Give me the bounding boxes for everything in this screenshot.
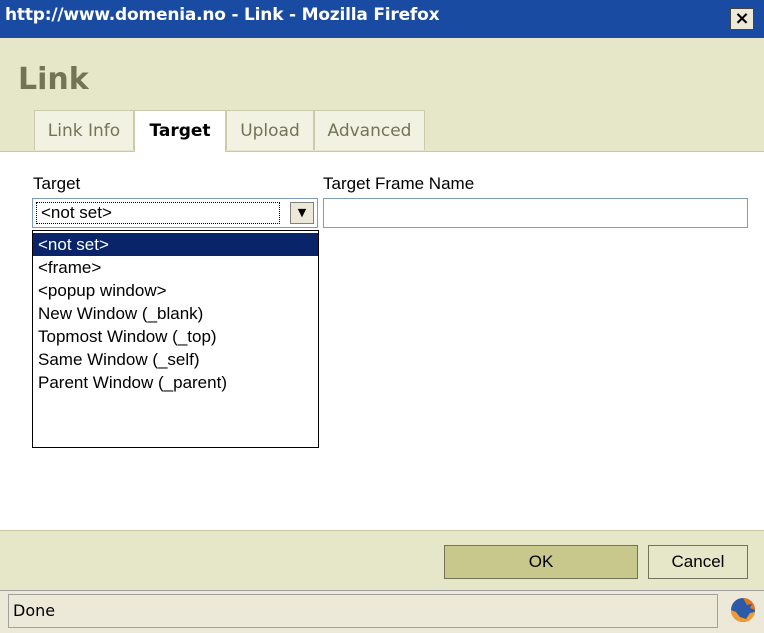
dialog-heading: Link [18,62,89,97]
firefox-icon [731,598,755,623]
target-option[interactable]: New Window (_blank) [33,302,318,325]
target-select[interactable]: <not set> ▼ [32,198,318,228]
target-option[interactable]: Topmost Window (_top) [33,325,318,348]
target-panel: Target Target Frame Name <not set> ▼ <no… [0,152,764,492]
target-frame-name-label: Target Frame Name [323,174,475,193]
dialog-header: Link Link Info Target Upload Advanced [0,38,764,152]
target-option[interactable]: Parent Window (_parent) [33,371,318,394]
target-frame-name-input[interactable] [323,198,748,228]
tab-link-info[interactable]: Link Info [34,110,134,150]
tab-upload[interactable]: Upload [226,110,314,150]
close-icon[interactable]: × [730,8,754,30]
tab-advanced[interactable]: Advanced [314,110,425,150]
target-option[interactable]: <popup window> [33,279,318,302]
ok-button[interactable]: OK [444,545,638,579]
target-select-value: <not set> [36,202,280,224]
window-title: http://www.domenia.no - Link - Mozilla F… [5,5,440,25]
dialog-footer: OK Cancel [0,530,764,591]
link-dialog: Link Link Info Target Upload Advanced Ta… [0,38,764,591]
target-option[interactable]: <frame> [33,256,318,279]
cancel-button[interactable]: Cancel [648,545,748,579]
target-label: Target [33,174,81,193]
window-titlebar: http://www.domenia.no - Link - Mozilla F… [0,0,764,38]
target-option[interactable]: Same Window (_self) [33,348,318,371]
tab-target[interactable]: Target [134,110,226,152]
chevron-down-icon[interactable]: ▼ [290,202,314,224]
target-option[interactable]: <not set> [33,233,318,256]
status-text: Done [8,594,718,628]
status-bar: Done [0,590,764,633]
target-dropdown-list: <not set> <frame> <popup window> New Win… [32,230,319,448]
